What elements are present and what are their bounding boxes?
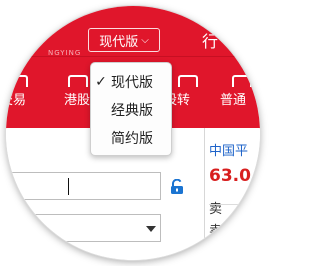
magnifier-lens: NGYING 现代版 ⌵ 行 交易 港股 股转 普通 ✓ 现代版 经典版 简约版 [6,6,260,260]
menu-item-label: 经典版 [111,103,153,119]
unlock-icon[interactable] [169,179,185,195]
trade-icon [8,75,28,87]
check-icon: ✓ [95,74,107,90]
panel-divider [204,128,205,260]
hk-stock-icon [68,75,88,87]
version-switch-label: 现代版 [99,34,139,50]
menu-item-modern[interactable]: ✓ 现代版 [91,69,171,95]
version-switch-button[interactable]: 现代版 ⌵ [88,28,160,52]
version-dropdown-menu: ✓ 现代版 经典版 简约版 [90,62,172,156]
normal-icon [232,75,252,87]
menu-item-classic[interactable]: 经典版 [91,97,171,123]
quote-row-divider [209,204,260,205]
menu-item-label: 现代版 [111,75,153,91]
stock-name[interactable]: 中国平 [209,140,248,159]
chevron-down-icon: ⌵ [141,34,149,46]
nav-item-trade[interactable]: 交易 [6,89,26,108]
menu-item-simple[interactable]: 简约版 [91,125,171,151]
sell-label: 卖 [209,202,223,217]
account-type-select[interactable] [6,214,161,242]
dropdown-arrow-icon [146,226,156,232]
transfer-icon [178,75,198,87]
menu-item-label: 简约版 [111,131,153,147]
password-input[interactable] [6,172,161,200]
top-header-bar: NGYING 现代版 ⌵ 行 [6,6,260,57]
nav-item-normal[interactable]: 普通 [220,89,246,108]
text-caret [68,178,69,195]
sell-label-2: 卖 [209,224,223,239]
nav-item-hk-stock[interactable]: 港股 [64,89,90,108]
header-right-text: 行 [202,32,219,51]
stock-price: 63.0 [209,166,251,186]
